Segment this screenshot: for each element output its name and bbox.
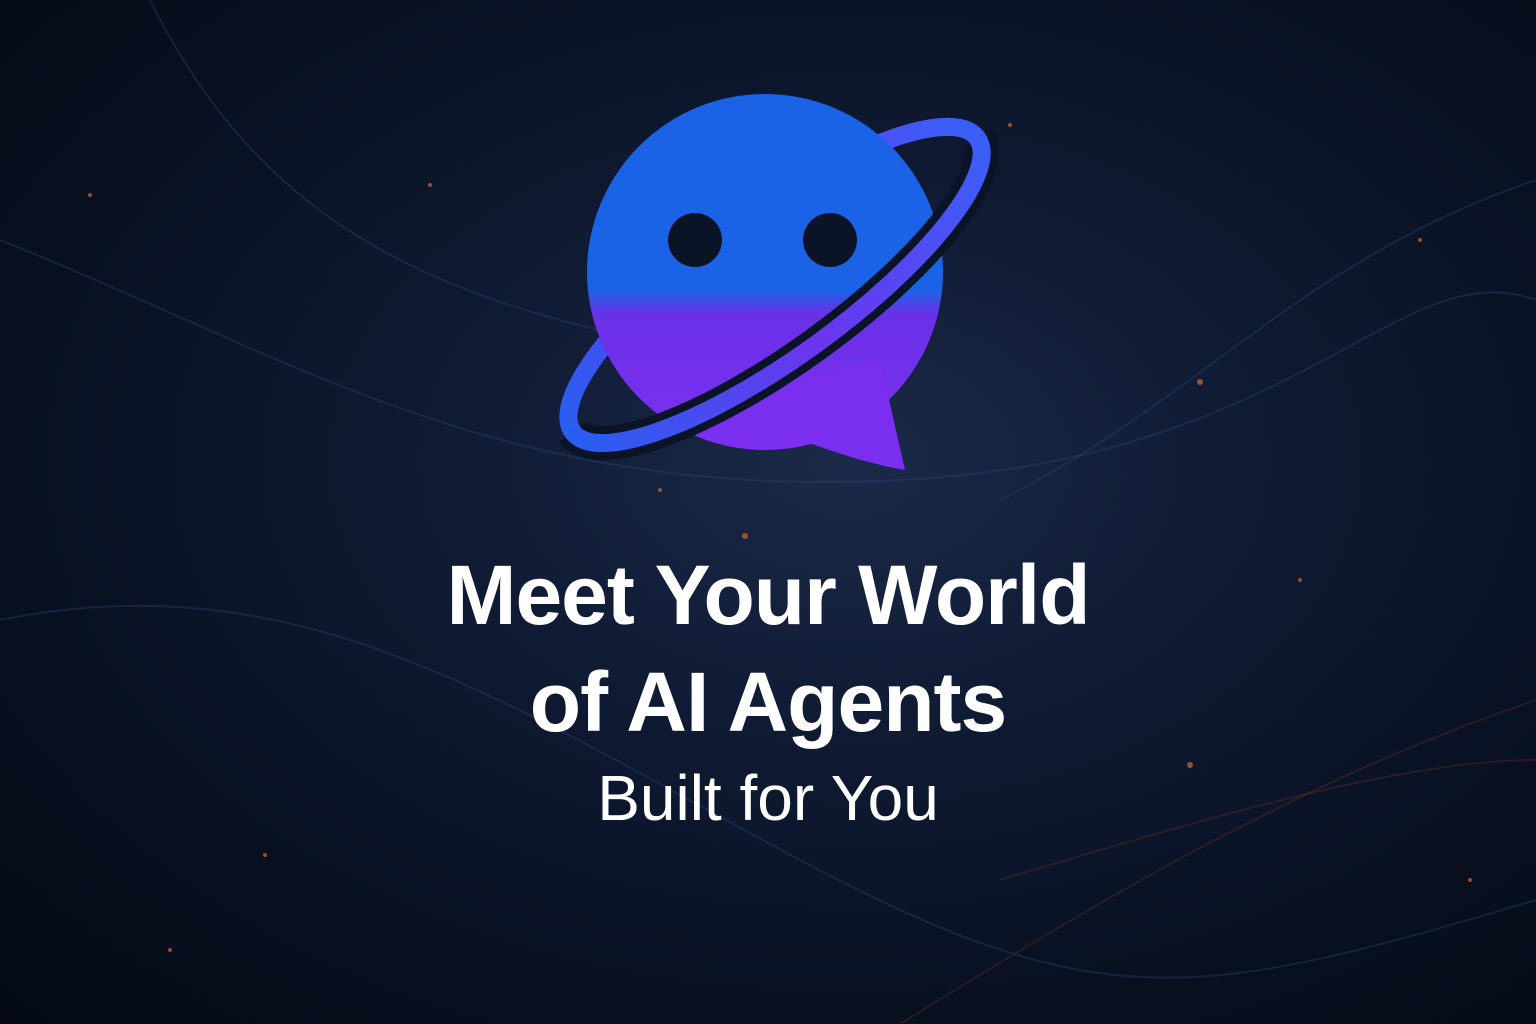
headline-line-2: of AI Agents: [529, 655, 1007, 749]
subheadline: Built for You: [597, 762, 939, 834]
logo: [559, 94, 999, 470]
eye-right-icon: [803, 213, 857, 267]
eye-left-icon: [668, 213, 722, 267]
headline-line-1: Meet Your World: [446, 548, 1090, 642]
